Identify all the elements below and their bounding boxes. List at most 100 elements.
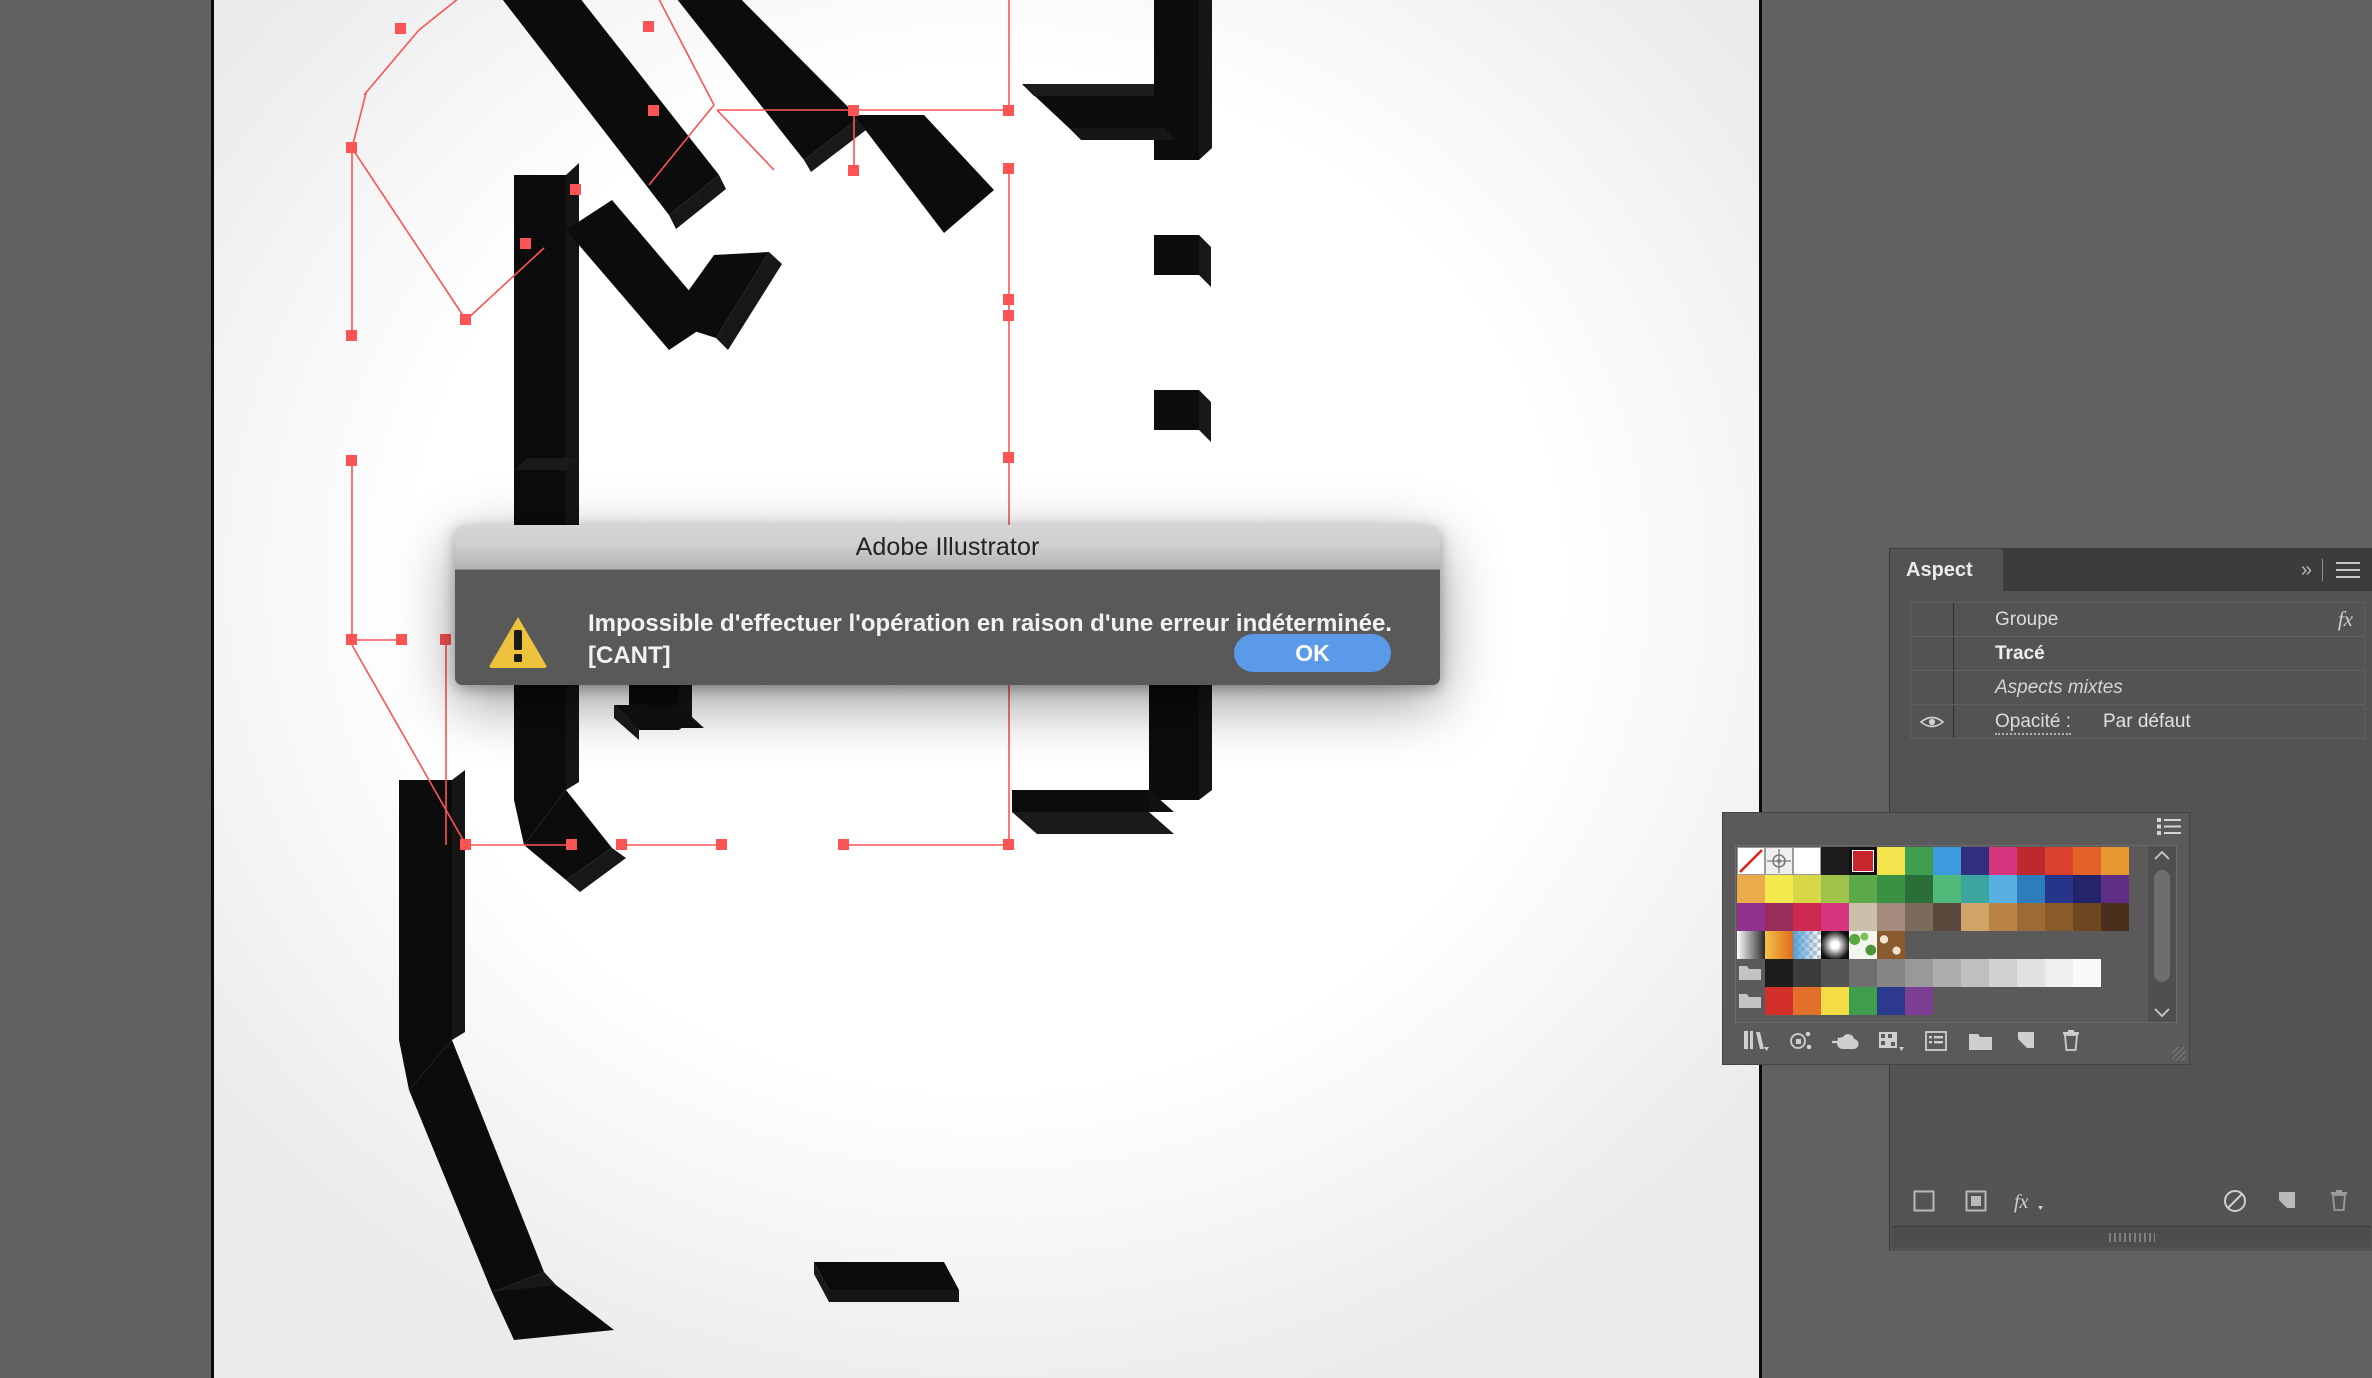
aspect-attribute-list[interactable]: Groupe fx Tracé Aspects mixtes Opacité:… <box>1910 602 2365 739</box>
swatch-color[interactable] <box>1765 987 1793 1015</box>
swatch-black[interactable] <box>1821 847 1849 875</box>
clear-appearance-icon[interactable] <box>2209 1188 2261 1214</box>
swatch-pattern-ornament[interactable] <box>1877 931 1905 959</box>
swatch-color[interactable] <box>1989 875 2017 903</box>
swatch-color[interactable] <box>1905 875 1933 903</box>
swatch-color[interactable] <box>1933 847 1961 875</box>
new-swatch-icon[interactable] <box>2003 1029 2048 1053</box>
swatch-none[interactable] <box>1737 847 1765 875</box>
swatch-color[interactable] <box>1933 959 1961 987</box>
swatch-color[interactable] <box>1793 987 1821 1015</box>
swatch-color[interactable] <box>1961 903 1989 931</box>
scroll-up-arrow-icon[interactable] <box>2153 850 2171 862</box>
delete-swatch-icon[interactable] <box>2048 1029 2093 1053</box>
swatch-color[interactable] <box>1877 903 1905 931</box>
dialog-title-bar[interactable]: Adobe Illustrator <box>455 525 1440 570</box>
visibility-toggle-empty[interactable] <box>1911 671 1954 704</box>
swatch-color[interactable] <box>1989 903 2017 931</box>
panel-menu-icon[interactable] <box>2336 562 2360 578</box>
aspect-row-groupe[interactable]: Groupe fx <box>1911 603 2364 637</box>
swatch-options-icon[interactable] <box>1913 1029 1958 1053</box>
swatch-color[interactable] <box>1849 959 1877 987</box>
aspect-row-aspects-mixtes[interactable]: Aspects mixtes <box>1911 671 2364 705</box>
swatch-color[interactable] <box>2017 847 2045 875</box>
aspect-row-opacite[interactable]: Opacité : Par défaut <box>1911 705 2364 739</box>
visibility-toggle-empty[interactable] <box>1911 637 1954 670</box>
scroll-down-arrow-icon[interactable] <box>2153 1006 2171 1018</box>
swatch-color[interactable] <box>1765 903 1793 931</box>
swatch-color[interactable] <box>2045 959 2073 987</box>
tab-aspect[interactable]: Aspect <box>1890 549 2003 591</box>
add-to-cc-library-icon[interactable] <box>1823 1029 1868 1053</box>
swatch-libraries-icon[interactable] <box>1733 1029 1778 1053</box>
add-new-effect-fx-icon[interactable]: fx <box>2002 1188 2054 1214</box>
swatches-panel[interactable] <box>1722 812 2190 1065</box>
swatch-color[interactable] <box>1989 847 2017 875</box>
swatch-color[interactable] <box>1877 987 1905 1015</box>
aspect-row-trace[interactable]: Tracé <box>1911 637 2364 671</box>
swatch-color[interactable] <box>1905 903 1933 931</box>
swatches-grid-container[interactable] <box>1735 845 2177 1023</box>
swatch-color[interactable] <box>2073 903 2101 931</box>
swatch-pattern-leaf[interactable] <box>1849 931 1877 959</box>
swatch-color[interactable] <box>1849 903 1877 931</box>
swatch-color[interactable] <box>2017 959 2045 987</box>
ok-button[interactable]: OK <box>1234 634 1391 672</box>
swatch-color[interactable] <box>2045 903 2073 931</box>
artboard-canvas[interactable] <box>211 0 1762 1378</box>
swatch-color[interactable] <box>2101 875 2129 903</box>
panel-resize-grip[interactable] <box>1892 1226 2371 1247</box>
swatch-color[interactable] <box>1793 903 1821 931</box>
error-dialog[interactable]: Adobe Illustrator Impossible d'effectuer… <box>455 525 1440 685</box>
swatches-scrollbar[interactable] <box>2148 846 2176 1022</box>
add-new-stroke-icon[interactable] <box>1898 1188 1950 1214</box>
swatch-color[interactable] <box>1933 875 1961 903</box>
artwork-vector-shapes[interactable] <box>214 0 1759 1378</box>
swatch-color[interactable] <box>1793 959 1821 987</box>
swatch-color[interactable] <box>2017 875 2045 903</box>
swatch-white[interactable] <box>1793 847 1821 875</box>
swatch-color[interactable] <box>2101 903 2129 931</box>
aspect-row-value[interactable]: Par défaut <box>2103 711 2191 733</box>
duplicate-item-icon[interactable] <box>2261 1188 2313 1214</box>
color-group-folder-icon[interactable] <box>1737 987 1765 1015</box>
swatch-color[interactable] <box>2073 959 2101 987</box>
swatch-color[interactable] <box>1905 847 1933 875</box>
swatch-color[interactable] <box>2073 847 2101 875</box>
swatch-selected-red[interactable] <box>1849 847 1877 875</box>
delete-item-icon[interactable] <box>2313 1188 2365 1214</box>
swatch-registration[interactable] <box>1765 847 1793 875</box>
swatch-color[interactable] <box>1793 875 1821 903</box>
new-color-group-icon[interactable] <box>1958 1029 2003 1053</box>
swatch-color[interactable] <box>1737 903 1765 931</box>
swatch-color[interactable] <box>1877 959 1905 987</box>
swatch-list-view-icon[interactable] <box>2157 818 2181 835</box>
swatch-color[interactable] <box>1765 959 1793 987</box>
swatch-color[interactable] <box>1905 987 1933 1015</box>
swatch-color[interactable] <box>2073 875 2101 903</box>
swatch-color[interactable] <box>1765 875 1793 903</box>
swatches-resize-handle[interactable] <box>2172 1047 2186 1061</box>
swatch-color[interactable] <box>1961 875 1989 903</box>
swatch-gradient-gray[interactable] <box>1737 931 1765 959</box>
swatch-color[interactable] <box>1849 875 1877 903</box>
show-swatch-kinds-icon[interactable] <box>1778 1029 1823 1053</box>
add-new-fill-icon[interactable] <box>1950 1188 2002 1214</box>
swatch-color[interactable] <box>1933 903 1961 931</box>
color-group-options-icon[interactable] <box>1868 1029 1913 1053</box>
swatch-color[interactable] <box>2045 875 2073 903</box>
visibility-toggle-empty[interactable] <box>1911 603 1954 636</box>
swatch-gradient-blue-transparent[interactable] <box>1793 931 1821 959</box>
swatch-gradient-radial-white[interactable] <box>1821 931 1849 959</box>
swatch-color[interactable] <box>1821 903 1849 931</box>
swatch-color[interactable] <box>1821 959 1849 987</box>
swatch-color[interactable] <box>2045 847 2073 875</box>
swatch-color[interactable] <box>1821 987 1849 1015</box>
swatch-color[interactable] <box>1961 847 1989 875</box>
fx-icon[interactable]: fx <box>2338 607 2353 632</box>
swatch-color[interactable] <box>1877 875 1905 903</box>
visibility-toggle-eye[interactable] <box>1911 705 1954 738</box>
swatch-color[interactable] <box>1905 959 1933 987</box>
swatches-grid[interactable] <box>1736 846 2130 1022</box>
aspect-row-label[interactable]: Opacité : <box>1995 710 2072 735</box>
